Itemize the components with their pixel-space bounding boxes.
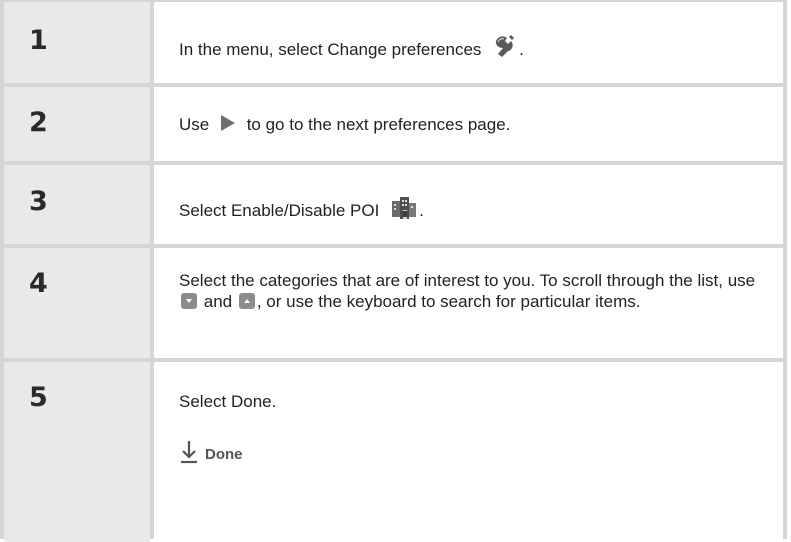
step-instruction: Select Enable/Disable POI . — [154, 165, 783, 244]
step-instruction: Select the categories that are of intere… — [154, 248, 783, 358]
step-row-3: 3 Select Enable/Disable POI . — [4, 165, 783, 244]
step-instruction: In the menu, select Change preferences . — [154, 2, 783, 83]
step-text-end: , or use the keyboard to search for part… — [256, 292, 641, 311]
step-number-cell: 5 — [4, 362, 150, 542]
preferences-wrench-icon — [492, 33, 518, 64]
steps-table: 1 In the menu, select Change preferences… — [0, 0, 787, 542]
step-number-cell: 1 — [4, 2, 150, 83]
step-text: Select Done. — [179, 392, 277, 411]
step-number: 4 — [29, 268, 48, 299]
step-instruction: Use to go to the next preferences page. — [154, 87, 783, 161]
step-text-and: and — [203, 292, 233, 311]
done-label: Done — [205, 446, 243, 463]
step-instruction: Select Done. Done — [154, 362, 783, 542]
step-text-end: to go to the next preferences page. — [246, 115, 511, 134]
step-text-end: . — [519, 40, 524, 59]
step-text-end: . — [419, 201, 424, 220]
scroll-down-icon — [181, 293, 197, 309]
step-text: Select Enable/Disable POI — [179, 201, 380, 220]
step-number-cell: 4 — [4, 248, 150, 358]
done-indicator: Done — [179, 440, 773, 469]
step-row-2: 2 Use to go to the next preferences page… — [4, 87, 783, 161]
scroll-up-icon — [238, 293, 255, 309]
step-number: 5 — [29, 382, 48, 413]
step-row-4: 4 Select the categories that are of inte… — [4, 248, 783, 358]
step-number: 3 — [29, 186, 48, 217]
poi-buildings-icon — [390, 195, 418, 226]
step-number: 1 — [29, 25, 48, 56]
down-arrow-icon — [179, 440, 199, 469]
step-text: In the menu, select Change preferences — [179, 40, 482, 59]
step-number-cell: 3 — [4, 165, 150, 244]
step-text: Select the categories that are of intere… — [179, 271, 756, 290]
step-number: 2 — [29, 107, 48, 138]
step-row-1: 1 In the menu, select Change preferences… — [4, 2, 783, 83]
step-text: Use — [179, 115, 210, 134]
right-arrow-icon — [220, 114, 236, 137]
step-number-cell: 2 — [4, 87, 150, 161]
step-row-5: 5 Select Done. Done — [4, 362, 783, 542]
